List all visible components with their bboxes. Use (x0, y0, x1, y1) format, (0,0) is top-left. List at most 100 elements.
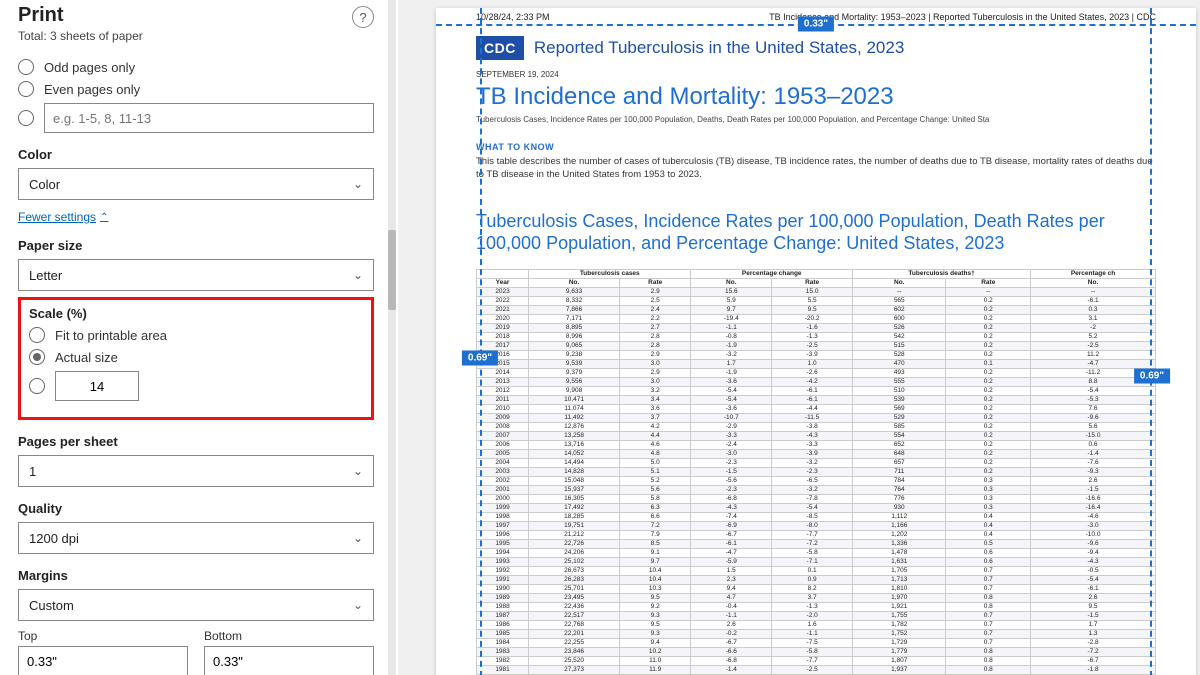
print-preview: 0.33" 0.69" 0.69" 10/28/24, 2:33 PM TB I… (398, 0, 1200, 675)
radio-fit-printable[interactable] (29, 327, 45, 343)
margin-tag-left[interactable]: 0.69" (462, 351, 498, 366)
document-content: CDC Reported Tuberculosis in the United … (436, 24, 1196, 675)
cdc-logo: CDC (476, 36, 524, 60)
table-row: 199325,1029.7-5.9-7.11,6310.6-4.3 (477, 557, 1156, 566)
table-row: 200314,8285.1-1.5-2.37110.2-9.3 (477, 467, 1156, 476)
even-pages-label: Even pages only (44, 82, 140, 97)
table-row: 198923,4959.54.73.71,9700.82.6 (477, 593, 1156, 602)
page-header-left: 10/28/24, 2:33 PM (476, 12, 550, 22)
table-row: 199719,7517.2-6.9-8.01,1660.4-3.0 (477, 521, 1156, 530)
radio-custom-scale[interactable] (29, 378, 45, 394)
margin-tag-top[interactable]: 0.33" (798, 17, 834, 32)
table-row: 20169,2382.9-3.2-3.95280.211.2 (477, 350, 1156, 359)
scale-label: Scale (%) (29, 306, 363, 321)
table-row: 198323,84610.2-6.6-5.81,7790.8-7.2 (477, 647, 1156, 656)
custom-scale-input[interactable] (55, 371, 139, 401)
margin-bottom-label: Bottom (204, 629, 374, 643)
table-row: 200115,9375.6-2.3-3.27640.3-1.5 (477, 485, 1156, 494)
table-row: 20198,8952.7-1.1-1.65260.2-2 (477, 323, 1156, 332)
chevron-down-icon: ⌄ (353, 268, 363, 282)
table-row: 198522,2019.3-0.2-1.11,7520.71.3 (477, 629, 1156, 638)
table-column-header: No. (1031, 278, 1156, 287)
table-row: 198225,52011.0-6.8-7.71,8070.8-6.7 (477, 656, 1156, 665)
table-row: 200514,0524.8-3.0-3.96480.2-1.4 (477, 449, 1156, 458)
radio-page-range[interactable] (18, 110, 34, 126)
table-row: 199522,7268.5-6.1-7.21,3360.5-9.6 (477, 539, 1156, 548)
margin-bottom-input[interactable] (204, 646, 374, 675)
pages-per-sheet-select[interactable]: 1 ⌄ (18, 455, 374, 487)
table-row: 200613,7164.6-2.4-3.36520.20.6 (477, 440, 1156, 449)
table-row: 199226,67310.41.50.11,7050.7-0.5 (477, 566, 1156, 575)
help-icon[interactable]: ? (352, 6, 374, 28)
table-row: 20207,1712.2-19.4-20.26000.23.1 (477, 314, 1156, 323)
table-row: 198622,7689.52.61.61,7820.71.7 (477, 620, 1156, 629)
table-group-header: Percentage change (691, 269, 853, 278)
fit-printable-label: Fit to printable area (55, 328, 167, 343)
table-row: 200016,3055.8-6.8-7.87760.3-16.6 (477, 494, 1156, 503)
color-select-value: Color (29, 177, 60, 192)
sidebar-scrollbar[interactable] (388, 0, 396, 675)
table-row: 20239,6332.915.615.0------ (477, 287, 1156, 296)
document-date: SEPTEMBER 19, 2024 (476, 70, 1156, 79)
quality-value: 1200 dpi (29, 531, 79, 546)
scrollbar-thumb[interactable] (388, 230, 396, 310)
table-column-header: Rate (772, 278, 853, 287)
chevron-down-icon: ⌄ (353, 177, 363, 191)
scale-highlight: Scale (%) Fit to printable area Actual s… (18, 297, 374, 420)
fewer-settings-link[interactable]: Fewer settings ⌃ (18, 210, 108, 224)
what-to-know-label: WHAT TO KNOW (476, 142, 1156, 152)
table-group-header: Percentage ch (1031, 269, 1156, 278)
actual-size-label: Actual size (55, 350, 118, 365)
paper-size-select[interactable]: Letter ⌄ (18, 259, 374, 291)
table-row: 20159,5393.01.71.04700.1-4.7 (477, 359, 1156, 368)
table-row: 20228,3322.55.95.55650.2-6.1 (477, 296, 1156, 305)
table-column-header: Year (477, 278, 529, 287)
preview-page: 0.33" 0.69" 0.69" 10/28/24, 2:33 PM TB I… (436, 8, 1196, 675)
table-row: 20217,8662.49.79.56020.20.3 (477, 305, 1156, 314)
table-row: 200812,8764.2-2.9-3.85850.25.6 (477, 422, 1156, 431)
table-row: 20179,0652.8-1.9-2.55150.2-2.5 (477, 341, 1156, 350)
table-row: 20129,9083.2-5.4-6.15100.2-5.4 (477, 386, 1156, 395)
table-row: 199917,4926.3-4.3-5.49300.3-16.4 (477, 503, 1156, 512)
site-title: Reported Tuberculosis in the United Stat… (534, 38, 904, 58)
margins-select[interactable]: Custom ⌄ (18, 589, 374, 621)
table-column-header: Rate (620, 278, 691, 287)
print-subtitle: Total: 3 sheets of paper (18, 29, 143, 43)
chevron-down-icon: ⌄ (353, 598, 363, 612)
margin-tag-right[interactable]: 0.69" (1134, 369, 1170, 384)
odd-pages-label: Odd pages only (44, 60, 135, 75)
paper-size-label: Paper size (18, 238, 374, 253)
table-row: 198822,4369.2-0.4-1.31,9210.89.5 (477, 602, 1156, 611)
table-row: 200414,4945.0-2.3-3.26570.2-7.6 (477, 458, 1156, 467)
table-row: 199818,2856.6-7.4-8.51,1120.4-4.6 (477, 512, 1156, 521)
table-heading: Tuberculosis Cases, Incidence Rates per … (476, 210, 1156, 255)
page-range-input[interactable] (44, 103, 374, 133)
color-label: Color (18, 147, 374, 162)
table-row: 200713,2584.4-3.3-4.35540.2-15.0 (477, 431, 1156, 440)
radio-odd-pages[interactable] (18, 59, 34, 75)
quality-select[interactable]: 1200 dpi ⌄ (18, 522, 374, 554)
data-table: Tuberculosis casesPercentage changeTuber… (476, 269, 1156, 675)
margin-guide-left (480, 8, 482, 675)
table-row: 20188,9962.8-0.8-1.35420.25.2 (477, 332, 1156, 341)
document-subtitle: Tuberculosis Cases, Incidence Rates per … (476, 115, 1156, 124)
table-group-header: Tuberculosis deaths† (853, 269, 1031, 278)
chevron-up-icon: ⌃ (100, 212, 108, 223)
print-title: Print (18, 4, 143, 27)
quality-label: Quality (18, 501, 374, 516)
radio-even-pages[interactable] (18, 81, 34, 97)
margin-top-input[interactable] (18, 646, 188, 675)
table-row: 201011,0743.6-3.6-4.45690.27.6 (477, 404, 1156, 413)
chevron-down-icon: ⌄ (353, 464, 363, 478)
table-group-header: Tuberculosis cases (529, 269, 691, 278)
table-row: 200215,0485.2-5.6-6.57840.32.6 (477, 476, 1156, 485)
margin-guide-right (1150, 8, 1152, 675)
color-select[interactable]: Color ⌄ (18, 168, 374, 200)
radio-actual-size[interactable] (29, 349, 45, 365)
table-row: 199424,2069.1-4.7-5.81,4780.6-9.4 (477, 548, 1156, 557)
data-table-wrap: Tuberculosis casesPercentage changeTuber… (476, 269, 1156, 675)
table-row: 199126,28310.42.30.91,7130.7-5.4 (477, 575, 1156, 584)
table-group-header (477, 269, 529, 278)
table-column-header: No. (691, 278, 772, 287)
table-row: 199025,70110.39.48.21,8100.7-6.1 (477, 584, 1156, 593)
